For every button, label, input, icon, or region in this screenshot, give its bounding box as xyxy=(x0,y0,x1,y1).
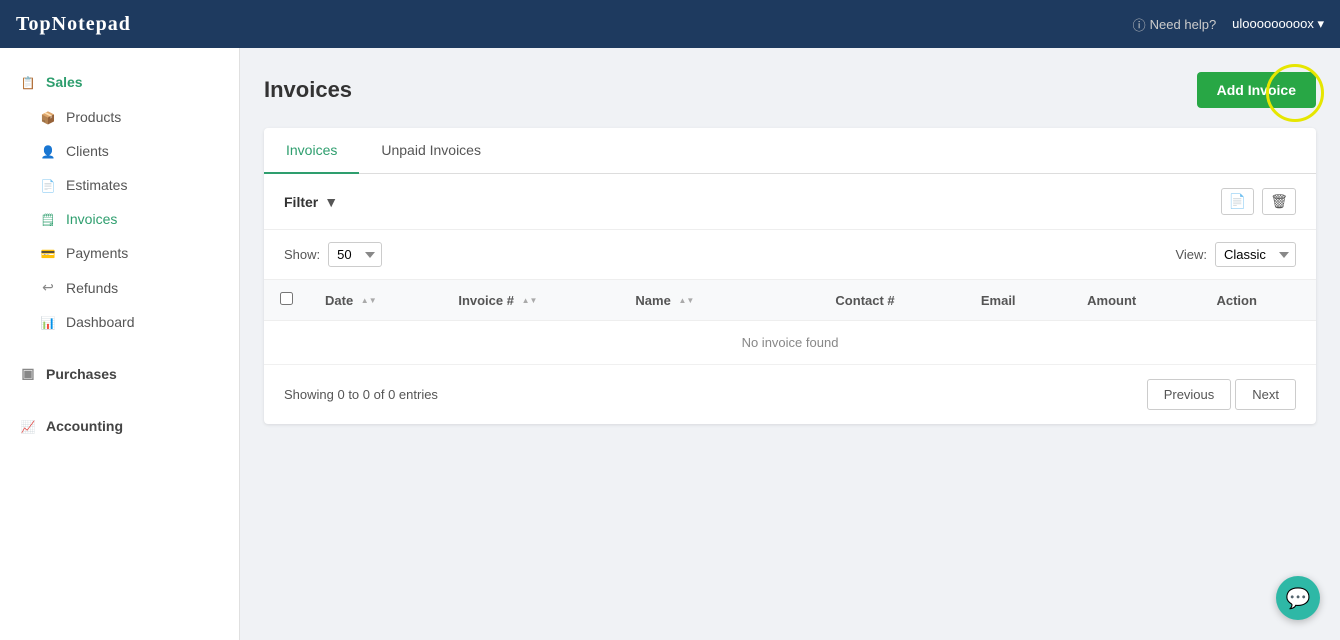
show-control: Show: 10 25 50 100 xyxy=(284,242,382,267)
add-invoice-button[interactable]: Add Invoice xyxy=(1197,72,1316,108)
next-button[interactable]: Next xyxy=(1235,379,1296,410)
th-action[interactable]: Action xyxy=(1200,280,1316,321)
purchases-label: Purchases xyxy=(46,366,117,382)
dashboard-label: Dashboard xyxy=(66,314,135,330)
sales-icon xyxy=(20,74,36,90)
logo-text: TopNotepad xyxy=(16,13,131,35)
show-select[interactable]: 10 25 50 100 xyxy=(328,242,382,267)
invoices-card: Invoices Unpaid Invoices Filter ▼ 📄 xyxy=(264,128,1316,424)
filter-label: Filter ▼ xyxy=(284,194,338,210)
help-button[interactable]: ⓘ Need help? xyxy=(1133,15,1217,34)
header-right: ⓘ Need help? ulooooooooox ▾ xyxy=(1133,15,1324,34)
user-menu[interactable]: ulooooooooox ▾ xyxy=(1232,16,1324,32)
table-body: No invoice found xyxy=(264,321,1316,365)
sidebar-accounting-header[interactable]: Accounting xyxy=(0,408,239,444)
help-label: Need help? xyxy=(1150,17,1217,32)
delete-button[interactable]: 🗑 xyxy=(1262,188,1296,215)
th-checkbox xyxy=(264,280,309,321)
products-label: Products xyxy=(66,109,121,125)
th-name[interactable]: Name ▲▼ xyxy=(619,280,819,321)
pagination-buttons: Previous Next xyxy=(1147,379,1296,410)
page-title: Invoices xyxy=(264,77,352,103)
th-amount[interactable]: Amount xyxy=(1071,280,1200,321)
accounting-section: Accounting xyxy=(0,400,239,452)
pagination-info: Showing 0 to 0 of 0 entries xyxy=(284,387,438,402)
th-contact[interactable]: Contact # xyxy=(819,280,964,321)
products-icon xyxy=(40,109,56,125)
th-email[interactable]: Email xyxy=(965,280,1071,321)
estimates-label: Estimates xyxy=(66,177,127,193)
table-header-row: Date ▲▼ Invoice # ▲▼ Name ▲▼ Contact # E… xyxy=(264,280,1316,321)
date-sort-icon: ▲▼ xyxy=(361,297,377,305)
show-label: Show: xyxy=(284,247,320,262)
tab-invoices[interactable]: Invoices xyxy=(264,128,359,174)
tab-unpaid-invoices[interactable]: Unpaid Invoices xyxy=(359,128,503,174)
filter-text: Filter xyxy=(284,194,318,210)
sidebar-item-clients[interactable]: Clients xyxy=(0,134,239,168)
sidebar-item-products[interactable]: Products xyxy=(0,100,239,134)
th-date[interactable]: Date ▲▼ xyxy=(309,280,442,321)
no-data-row: No invoice found xyxy=(264,321,1316,365)
view-select[interactable]: Classic Modern xyxy=(1215,242,1296,267)
user-label: ulooooooooox ▾ xyxy=(1232,16,1324,32)
sidebar: Sales Products Clients Estimates Invoice… xyxy=(0,48,240,640)
sidebar-sales-header[interactable]: Sales xyxy=(0,64,239,100)
select-all-checkbox[interactable] xyxy=(280,292,293,305)
tab-unpaid-label: Unpaid Invoices xyxy=(381,142,481,158)
purchases-section: Purchases xyxy=(0,347,239,400)
invoice-sort-icon: ▲▼ xyxy=(522,297,538,305)
invoices-icon xyxy=(40,211,56,227)
sidebar-purchases-header[interactable]: Purchases xyxy=(0,355,239,392)
table-controls: Show: 10 25 50 100 View: Classic Modern xyxy=(264,230,1316,279)
app-logo: TopNotepad xyxy=(16,13,131,36)
refunds-icon xyxy=(40,279,56,296)
sidebar-item-invoices[interactable]: Invoices xyxy=(0,202,239,236)
invoices-label: Invoices xyxy=(66,211,117,227)
sales-section: Sales Products Clients Estimates Invoice… xyxy=(0,56,239,347)
name-sort-icon: ▲▼ xyxy=(678,297,694,305)
tab-invoices-label: Invoices xyxy=(286,142,337,158)
sidebar-item-refunds[interactable]: Refunds xyxy=(0,270,239,305)
main-content: Invoices Add Invoice Invoices Unpaid Inv… xyxy=(240,48,1340,640)
filter-actions: 📄 🗑 xyxy=(1221,188,1296,215)
purchases-icon xyxy=(20,365,36,382)
view-control: View: Classic Modern xyxy=(1175,242,1296,267)
chat-icon: 💬 xyxy=(1286,586,1311,611)
no-data-cell: No invoice found xyxy=(264,321,1316,365)
invoice-table: Date ▲▼ Invoice # ▲▼ Name ▲▼ Contact # E… xyxy=(264,279,1316,365)
pagination-bar: Showing 0 to 0 of 0 entries Previous Nex… xyxy=(264,365,1316,424)
sidebar-item-estimates[interactable]: Estimates xyxy=(0,168,239,202)
trash-icon: 🗑 xyxy=(1270,193,1288,209)
payments-label: Payments xyxy=(66,245,128,261)
chat-bubble[interactable]: 💬 xyxy=(1276,576,1320,620)
export-csv-button[interactable]: 📄 xyxy=(1221,188,1254,215)
filter-icon: ▼ xyxy=(324,194,338,210)
view-label: View: xyxy=(1175,247,1207,262)
dashboard-icon xyxy=(40,314,56,330)
header: TopNotepad ⓘ Need help? ulooooooooox ▾ xyxy=(0,0,1340,48)
tabs-bar: Invoices Unpaid Invoices xyxy=(264,128,1316,174)
table-head: Date ▲▼ Invoice # ▲▼ Name ▲▼ Contact # E… xyxy=(264,280,1316,321)
export-icon: 📄 xyxy=(1229,193,1246,209)
clients-icon xyxy=(40,143,56,159)
previous-button[interactable]: Previous xyxy=(1147,379,1232,410)
estimates-icon xyxy=(40,177,56,193)
sidebar-item-payments[interactable]: Payments xyxy=(0,236,239,270)
layout: Sales Products Clients Estimates Invoice… xyxy=(0,48,1340,640)
payments-icon xyxy=(40,245,56,261)
sales-label: Sales xyxy=(46,74,83,90)
clients-label: Clients xyxy=(66,143,109,159)
filter-bar: Filter ▼ 📄 🗑 xyxy=(264,174,1316,230)
page-header: Invoices Add Invoice xyxy=(264,72,1316,108)
help-icon: ⓘ xyxy=(1133,15,1146,34)
accounting-icon xyxy=(20,418,36,434)
sidebar-item-dashboard[interactable]: Dashboard xyxy=(0,305,239,339)
refunds-label: Refunds xyxy=(66,280,118,296)
accounting-label: Accounting xyxy=(46,418,123,434)
th-invoice-number[interactable]: Invoice # ▲▼ xyxy=(442,280,619,321)
